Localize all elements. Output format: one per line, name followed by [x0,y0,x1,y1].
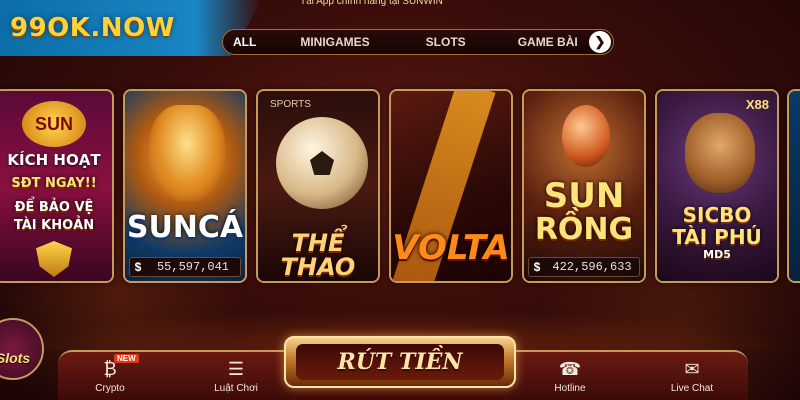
nav-hotline[interactable]: ☎ Hotline [538,358,602,400]
nav-label: Live Chat [670,383,714,394]
nav-label: Hotline [554,383,586,394]
game-title-line-2: RỒNG [534,212,634,247]
sports-tag: SPORTS [270,99,311,110]
x88-badge: X88 [745,97,769,112]
soccer-ball-icon [276,117,368,209]
promo-line-3: ĐỂ BẢO VỆ [14,200,94,215]
dollar-icon: $ [134,260,142,274]
dragon-art [149,105,225,201]
promo-line-1: KÍCH HOẠT [7,151,101,169]
nav-crypto[interactable]: ₿ NEW Crypto [78,354,142,400]
nav-label: Luật Chơi [214,383,258,394]
book-icon: ☰ [227,359,245,379]
chevron-right-icon[interactable]: ❯ [589,31,611,53]
sun-logo: SUN [22,101,86,147]
logo-text: 99OK.NOW [10,13,175,43]
jackpot-amount: 55,597,041 [156,260,229,274]
dollar-icon: $ [533,260,541,274]
jackpot-box: $ 422,596,633 [528,257,640,277]
game-title: THỂ THAO [280,229,356,281]
game-title-line-3: MD5 [703,248,731,261]
game-card-partial[interactable] [787,89,800,283]
jackpot-amount: 422,596,633 [552,260,632,274]
game-card-sun-ca[interactable]: SUNCÁ $ 55,597,041 [123,89,247,283]
promo-card[interactable]: SUN KÍCH HOẠT SĐT NGAY!! ĐỂ BẢO VỆ TÀI K… [0,89,114,283]
game-card-sun-rong[interactable]: SUN RỒNG $ 422,596,633 [522,89,646,283]
game-title-line-2: TÀI PHÚ [672,225,762,249]
nav-label: Crypto [95,383,125,394]
nav-live-chat[interactable]: ✉ Live Chat [660,358,724,400]
game-card-the-thao[interactable]: SPORTS THỂ THAO [256,89,380,283]
game-card-volta[interactable]: VOLTA [389,89,513,283]
category-tabs: ALL MINIGAMES SLOTS GAME BÀI ❯ [222,29,614,55]
notice-text: Tải App chính hãng tại SUNWIN [300,0,443,7]
promo-line-2: SĐT NGAY!! [11,176,97,191]
new-badge: NEW [114,354,139,363]
jackpot-box: $ 55,597,041 [129,257,241,277]
tab-game-bai[interactable]: GAME BÀI [504,31,592,53]
promo-line-4: TÀI KHOẢN [13,218,95,233]
dragon-egg-art [562,105,610,167]
tab-all[interactable]: ALL [223,31,270,53]
chat-icon: ✉ [684,359,700,379]
withdraw-button-inner: RÚT TIỀN [296,344,504,380]
game-title: SUNCÁ [126,210,244,245]
nav-rules[interactable]: ☰ Luật Chơi [204,358,268,400]
slots-label: Slots [0,350,31,366]
tab-minigames[interactable]: MINIGAMES [286,31,383,53]
game-title-line-1: SICBO [682,203,752,227]
withdraw-label: RÚT TIỀN [337,349,463,375]
tab-slots[interactable]: SLOTS [412,31,480,53]
game-title-line-1: SUN [543,176,625,216]
game-title: VOLTA [392,228,510,268]
phone-icon: ☎ [558,359,582,379]
game-card-sicbo[interactable]: X88 SICBO TÀI PHÚ MD5 [655,89,779,283]
game-card-art [789,91,800,281]
toad-mascot-art [685,113,755,193]
withdraw-button[interactable]: RÚT TIỀN [284,336,516,388]
